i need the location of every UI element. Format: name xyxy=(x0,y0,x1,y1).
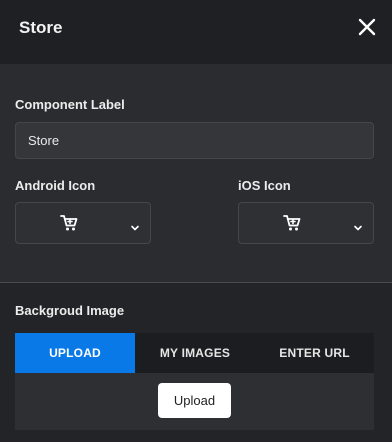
background-image-heading: Backgroud Image xyxy=(15,303,125,318)
tab-enter-url[interactable]: ENTER URL xyxy=(255,333,374,373)
chevron-down-icon xyxy=(353,219,363,237)
image-source-tabs: UPLOAD MY IMAGES ENTER URL xyxy=(15,333,374,373)
ios-icon-select[interactable] xyxy=(238,202,374,244)
component-label-input[interactable] xyxy=(15,122,374,159)
shopping-cart-icon xyxy=(283,214,301,237)
panel-header: Store xyxy=(0,0,392,64)
chevron-down-icon xyxy=(130,219,140,237)
panel-title: Store xyxy=(19,18,63,37)
component-label-heading: Component Label xyxy=(15,97,125,112)
android-icon-heading: Android Icon xyxy=(15,178,96,193)
android-icon-select[interactable] xyxy=(15,202,151,244)
upload-button[interactable]: Upload xyxy=(158,383,231,418)
ios-icon-heading: iOS Icon xyxy=(238,178,291,193)
close-icon[interactable] xyxy=(356,16,378,38)
tab-my-images[interactable]: MY IMAGES xyxy=(135,333,255,373)
tab-upload[interactable]: UPLOAD xyxy=(15,333,135,373)
shopping-cart-icon xyxy=(60,214,78,237)
